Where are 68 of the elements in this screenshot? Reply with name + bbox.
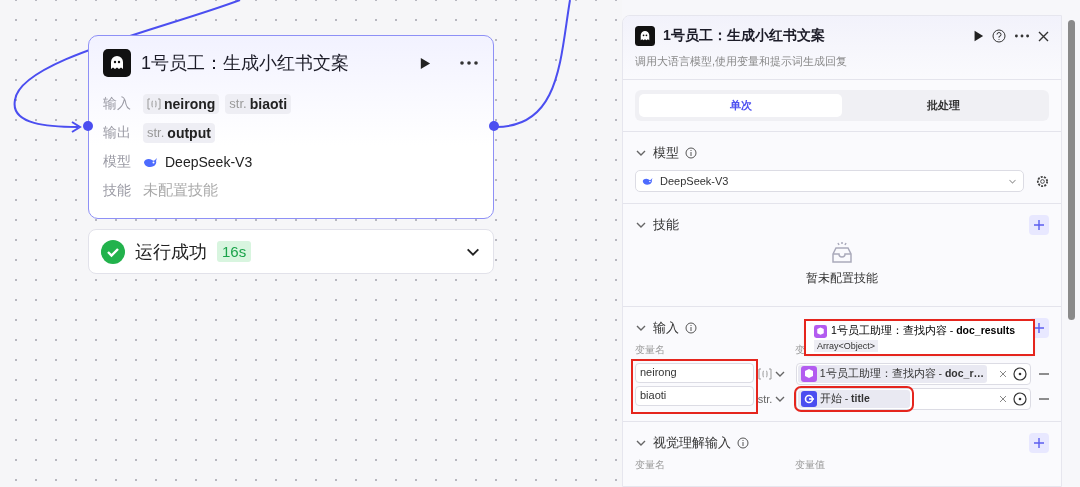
node-title: 1号员工：生成小红书文案 (141, 52, 350, 75)
type-select[interactable]: str. (757, 389, 788, 409)
section-title: 视觉理解输入 (653, 434, 731, 452)
empty-state-text: 暂未配置技能 (806, 270, 878, 287)
field-label: 输入 (103, 94, 132, 113)
variable-value-field[interactable]: 开始 - title (795, 388, 1031, 410)
close-icon[interactable] (1038, 30, 1049, 42)
target-icon[interactable] (1013, 392, 1027, 406)
type-label: Array<Object> (814, 340, 879, 352)
variable-tag: neirong (143, 93, 220, 114)
model-select[interactable]: DeepSeek-V3 (635, 170, 1024, 192)
target-icon[interactable] (1013, 367, 1027, 381)
input-port[interactable] (83, 121, 93, 131)
model-name: DeepSeek-V3 (165, 153, 253, 170)
variable-value-field[interactable]: 1号员工助理：查找内容 - doc_r… (795, 363, 1031, 385)
variable-tag: str. biaoti (225, 93, 292, 114)
tab[interactable]: 批处理 (842, 94, 1045, 117)
info-icon[interactable] (737, 437, 749, 449)
panel-title: 1号员工：生成小红书文案 (663, 27, 826, 45)
panel-description: 调用大语言模型,使用变量和提示词生成回复 (635, 54, 849, 69)
field-label: 输出 (103, 123, 132, 142)
skills-value: 未配置技能 (143, 181, 218, 200)
variable-name-field[interactable]: neirong (635, 363, 754, 383)
column-header: 变量名 (635, 458, 666, 472)
variable-name-field[interactable]: biaoti (635, 386, 754, 406)
cube-icon (814, 324, 827, 338)
array-type-icon (147, 97, 161, 110)
help-icon[interactable] (992, 29, 1006, 43)
tab[interactable]: 单次 (639, 94, 842, 117)
info-icon[interactable] (685, 322, 697, 334)
cube-icon (800, 366, 817, 382)
ghost-logo-icon (103, 49, 131, 77)
field-label: 模型 (103, 152, 132, 171)
plus-icon (1033, 219, 1045, 231)
column-header: 变量名 (635, 343, 666, 357)
scrollbar[interactable] (1068, 20, 1075, 320)
field-label: 技能 (103, 181, 132, 200)
node-card[interactable]: 1号员工：生成小红书文案 输入 neirong str. biaoti 输出 str. output 模型 DeepSeek-V3 技能 未配置技能 (88, 35, 494, 219)
section-title: 模型 (653, 144, 679, 162)
plus-icon (1033, 322, 1045, 334)
tooltip-text: 1号员工助理：查找内容 - doc_results (831, 324, 1016, 338)
clear-icon[interactable] (999, 395, 1007, 403)
column-header: 变 (795, 343, 805, 357)
status-text: 运行成功 (135, 240, 207, 264)
start-node-icon (800, 391, 817, 407)
reference-text: 1号员工助理：查找内容 - doc_r… (819, 367, 984, 381)
duration-badge: 16s (217, 241, 252, 262)
variable-tag: str. output (143, 122, 215, 143)
section-title: 技能 (653, 216, 679, 234)
reference-text: 开始 - title (819, 392, 870, 406)
settings-icon[interactable] (1036, 174, 1049, 188)
play-icon[interactable] (418, 56, 431, 70)
ghost-logo-icon (635, 26, 655, 46)
clear-icon[interactable] (999, 370, 1007, 378)
column-header: 变量值 (795, 458, 825, 472)
more-icon[interactable] (1014, 33, 1030, 39)
plus-icon (1033, 437, 1045, 449)
empty-inbox-icon (830, 242, 854, 264)
run-status-bar[interactable]: 运行成功 16s (88, 229, 494, 274)
info-icon[interactable] (685, 147, 697, 159)
add-button[interactable] (1029, 215, 1049, 235)
play-icon[interactable] (972, 30, 984, 42)
output-port[interactable] (489, 121, 499, 131)
array-type-icon (757, 368, 772, 380)
add-button[interactable] (1029, 433, 1049, 453)
variable-reference-tag[interactable]: 1号员工助理：查找内容 - doc_r… (797, 365, 987, 383)
more-icon[interactable] (459, 60, 479, 66)
section-title: 输入 (653, 319, 679, 337)
